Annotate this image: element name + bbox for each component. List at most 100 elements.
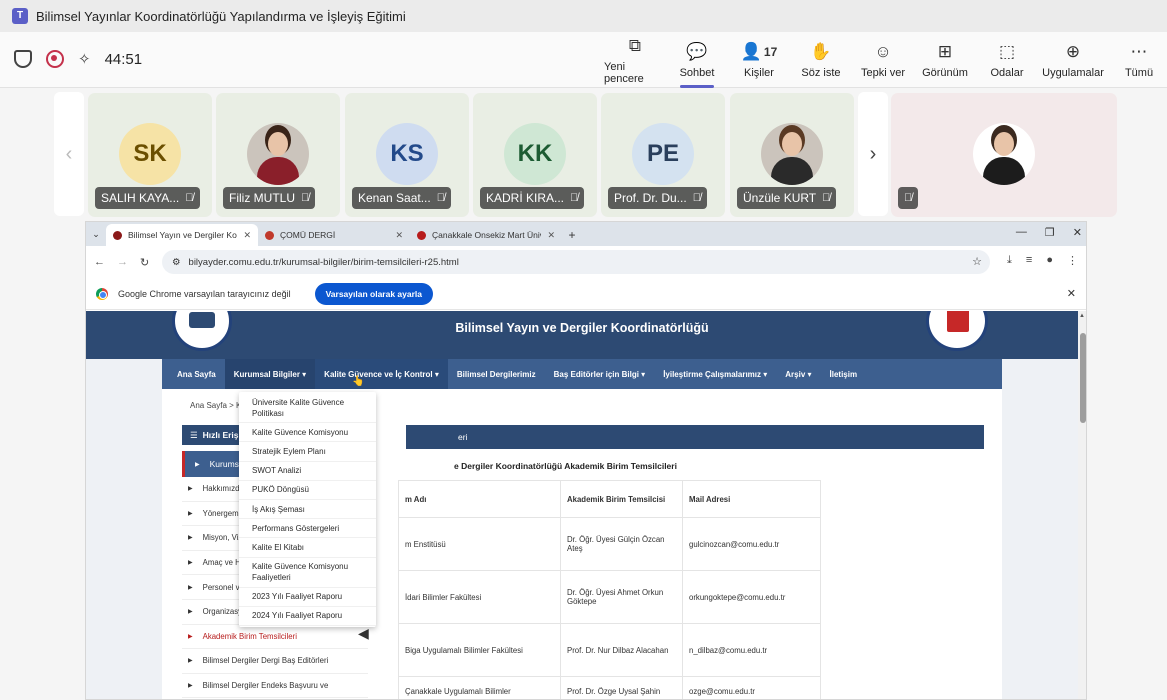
- browser-tab[interactable]: Bilimsel Yayın ve Dergiler Koord ✕: [106, 224, 258, 246]
- download-icon[interactable]: ⤓: [1007, 254, 1012, 267]
- nav-item[interactable]: Arşiv ▾: [776, 359, 820, 389]
- sidebar-item[interactable]: ▶ Bilimsel Dergiler Endeks Başvuru ve: [182, 674, 368, 699]
- participant-nameplate: Filiz MUTLU 🎙̸: [223, 187, 316, 209]
- tab-strip: ⌄ Bilimsel Yayın ve Dergiler Koord ✕ ÇOMÜ …: [86, 222, 1086, 246]
- email-cell[interactable]: n_dilbaz@comu.edu.tr: [682, 623, 821, 677]
- people-button[interactable]: 👤 17 Kişiler: [728, 32, 790, 88]
- browser-tab[interactable]: Çanakkale Onsekiz Mart Ünive ✕: [410, 224, 562, 246]
- bullet-icon: ▶: [188, 535, 193, 542]
- mic-muted-icon: 🎙̸: [904, 192, 913, 204]
- dropdown-item[interactable]: Stratejik Eylem Planı: [239, 442, 376, 462]
- participant-tile[interactable]: 🎙̸: [891, 93, 1117, 217]
- nav-item[interactable]: İyileştirme Çalışmalarımız ▾: [654, 359, 776, 389]
- participant-tile[interactable]: SK SALIH KAYA... 🎙̸: [88, 93, 212, 217]
- media-icon[interactable]: ≡: [1026, 254, 1032, 267]
- dropdown-item[interactable]: SWOT Analizi: [239, 462, 376, 481]
- dropdown-item[interactable]: 2023 Yılı Faaliyet Raporu: [239, 588, 376, 607]
- site-info-icon[interactable]: ⚙: [172, 257, 181, 268]
- apps-button[interactable]: ⊕ Uygulamalar: [1038, 32, 1108, 88]
- strip-next-button[interactable]: ›: [858, 92, 888, 216]
- nav-item[interactable]: Baş Editörler için Bilgi ▾: [545, 359, 655, 389]
- tab-close-icon[interactable]: ✕: [395, 230, 403, 241]
- seal-logo: [926, 311, 988, 351]
- view-button[interactable]: ⊞ Görünüm: [914, 32, 976, 88]
- nav-item[interactable]: Ana Sayfa: [168, 359, 225, 389]
- scroll-up-icon[interactable]: ▲: [1079, 313, 1085, 319]
- participant-tile[interactable]: Filiz MUTLU 🎙̸: [216, 93, 340, 217]
- toolbar-label: Sohbet: [679, 66, 715, 79]
- table-title: e Dergiler Koordinatörlüğü Akademik Biri…: [454, 461, 677, 471]
- strip-prev-button[interactable]: ‹: [54, 92, 84, 216]
- participants-strip: ‹ SK SALIH KAYA... 🎙̸ Filiz MUTLU 🎙̸ KS Kenan …: [0, 88, 1167, 220]
- dropdown-item[interactable]: Üniversite Kalite Güvence Politikası: [239, 393, 376, 424]
- email-cell[interactable]: gulcinozcan@comu.edu.tr: [682, 517, 821, 571]
- set-default-button[interactable]: Varsayılan olarak ayarla: [314, 282, 433, 305]
- participant-photo: [247, 123, 309, 185]
- copilot-icon[interactable]: ✧: [78, 50, 91, 68]
- meeting-toolbar: ✧ 44:51 ⧉ Yeni pencere 💬 Sohbet 👤 17 Kişiler ✋ S…: [0, 32, 1167, 88]
- nav-item[interactable]: Bilimsel Dergilerimiz: [448, 359, 545, 389]
- new-window-button[interactable]: ⧉ Yeni pencere: [604, 32, 666, 88]
- dropdown-item[interactable]: PUKÖ Döngüsü: [239, 481, 376, 500]
- dropdown-item[interactable]: Kalite Güvence Komisyonu Faaliyetleri: [239, 558, 376, 588]
- meeting-actions: ⧉ Yeni pencere 💬 Sohbet 👤 17 Kişiler ✋ Söz iste ☺…: [604, 32, 1167, 88]
- reaction-button[interactable]: ☺ Tepki ver: [852, 32, 914, 88]
- shield-icon[interactable]: [14, 50, 32, 68]
- restore-icon[interactable]: ❐: [1045, 226, 1055, 239]
- participant-name: Filiz MUTLU: [229, 191, 295, 205]
- forward-icon[interactable]: →: [117, 256, 128, 268]
- mic-muted-icon: 🎙̸: [692, 192, 701, 204]
- favicon-icon: [113, 230, 122, 240]
- menu-icon[interactable]: ⋮: [1067, 254, 1078, 267]
- bullet-icon: ▶: [188, 658, 193, 665]
- new-tab-button[interactable]: +: [562, 224, 582, 246]
- nav-item[interactable]: İletişim: [821, 359, 867, 389]
- bullet-icon: ▶: [188, 560, 193, 567]
- close-window-icon[interactable]: ✕: [1073, 226, 1082, 239]
- dropdown-item[interactable]: Performans Göstergeleri: [239, 519, 376, 539]
- url-input[interactable]: ⚙ bilyayder.comu.edu.tr/kurumsal-bilgile…: [162, 250, 990, 274]
- bookmark-star-icon[interactable]: ☆: [972, 255, 982, 268]
- page-scrollbar[interactable]: ▲: [1078, 311, 1086, 699]
- dropdown-item[interactable]: Kalite El Kitabı: [239, 538, 376, 558]
- participant-nameplate: SALIH KAYA... 🎙̸: [95, 187, 200, 209]
- more-button[interactable]: ⋯ Tümü: [1108, 32, 1167, 88]
- tab-close-icon[interactable]: ✕: [243, 230, 251, 241]
- scroll-thumb[interactable]: [1080, 333, 1086, 423]
- email-cell[interactable]: orkungoktepe@comu.edu.tr: [682, 570, 821, 624]
- profile-icon[interactable]: ●: [1046, 254, 1053, 267]
- participant-nameplate: 🎙̸: [898, 187, 919, 209]
- favicon-icon: [417, 230, 426, 240]
- sidebar-item[interactable]: ▶ Akademik Birim Temsilcileri: [182, 625, 368, 650]
- chat-button[interactable]: 💬 Sohbet: [666, 32, 728, 88]
- infobar-close-icon[interactable]: ✕: [1067, 287, 1076, 300]
- mic-muted-icon: 🎙̸: [822, 192, 831, 204]
- table-cell: Biga Uygulamalı Bilimler Fakültesi: [398, 623, 561, 677]
- dropdown-item[interactable]: İş Akış Şeması: [239, 500, 376, 520]
- recording-icon[interactable]: [46, 50, 64, 68]
- sidebar-item[interactable]: ▶ Bilimsel Dergiler Dergi Baş Editörleri: [182, 649, 368, 674]
- dropdown-item[interactable]: 2024 Yılı Faaliyet Raporu: [239, 607, 376, 627]
- nav-item[interactable]: Kurumsal Bilgiler ▾: [224, 359, 316, 389]
- reload-icon[interactable]: ↻: [140, 256, 149, 269]
- back-icon[interactable]: ←: [94, 256, 105, 268]
- browser-tab[interactable]: ÇOMÜ DERGİ ✕: [258, 224, 410, 246]
- toolbar-label: Uygulamalar: [1042, 66, 1104, 79]
- minimize-icon[interactable]: —: [1016, 226, 1027, 239]
- nav-item[interactable]: Kalite Güvence ve İç Kontrol ▾: [315, 359, 448, 389]
- participant-tile[interactable]: KS Kenan Saat... 🎙̸: [345, 93, 469, 217]
- rooms-button[interactable]: ⬚ Odalar: [976, 32, 1038, 88]
- tab-search-icon[interactable]: ⌄: [86, 222, 106, 246]
- raise-hand-button[interactable]: ✋ Söz iste: [790, 32, 852, 88]
- site-header: Bilimsel Yayın ve Dergiler Koordinatörlü…: [86, 311, 1078, 359]
- participant-tile[interactable]: KK KADRİ KIRA... 🎙̸: [473, 93, 597, 217]
- participant-nameplate: Ünzüle KURT 🎙̸: [737, 187, 837, 209]
- email-cell[interactable]: ozge@comu.edu.tr: [682, 676, 821, 699]
- collapse-arrow-icon[interactable]: ◀: [358, 625, 369, 642]
- dropdown-item[interactable]: Kalite Güvence Komisyonu: [239, 423, 376, 443]
- participant-tile[interactable]: Ünzüle KURT 🎙̸: [730, 93, 854, 217]
- new-window-icon: ⧉: [628, 35, 642, 55]
- table-cell: Çanakkale Uygulamalı Bilimler: [398, 676, 561, 699]
- participant-tile[interactable]: PE Prof. Dr. Du... 🎙̸: [601, 93, 725, 217]
- tab-close-icon[interactable]: ✕: [547, 230, 555, 241]
